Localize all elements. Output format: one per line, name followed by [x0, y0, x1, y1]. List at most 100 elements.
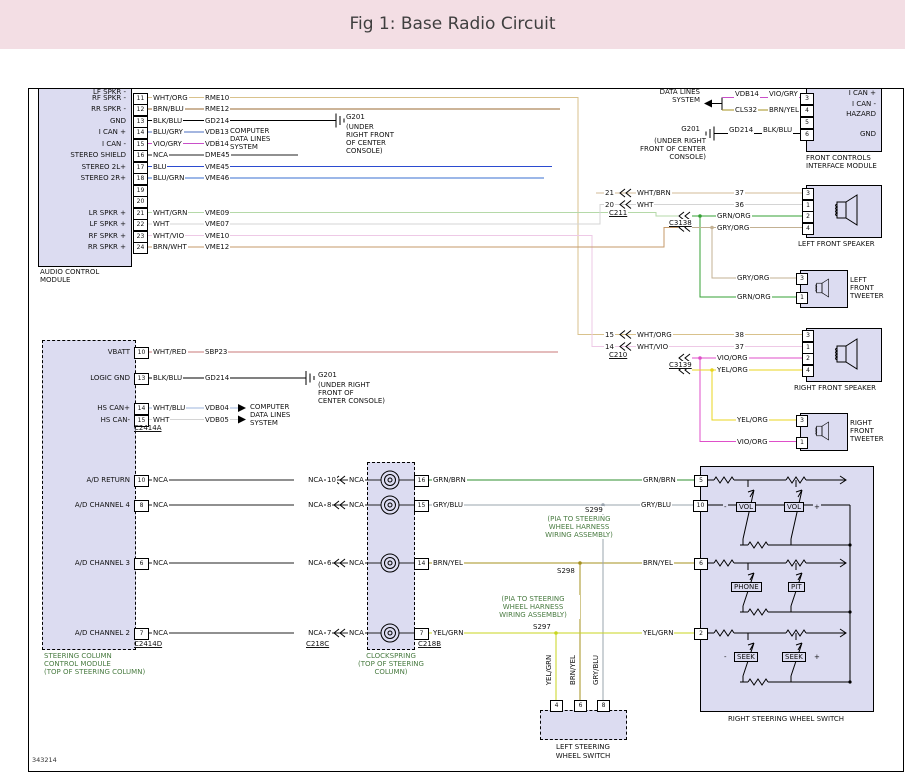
speaker-icon — [836, 339, 858, 369]
ground-id-label: G201 — [318, 371, 337, 379]
clockspring-name: COLUMN) — [346, 668, 436, 676]
wire-color-label: NCA — [348, 501, 365, 509]
cavity-label: 36 — [734, 201, 745, 209]
offpage-label: DATA LINES — [230, 135, 270, 143]
junction-grn-org — [698, 214, 702, 218]
switch-pin-number: 5 — [694, 475, 708, 487]
ground-note: (UNDER RIGHT — [318, 381, 370, 389]
resistor-icon — [714, 630, 734, 636]
ground-note: (UNDER — [346, 123, 374, 131]
switch-sign: + — [813, 653, 821, 661]
circuit-label: VME07 — [204, 220, 230, 228]
resistor-icon — [748, 679, 768, 685]
connector-label: C2414A — [134, 424, 162, 432]
wire-color-label: GRN/BRN — [432, 476, 467, 484]
ground-note: OF CENTER — [346, 139, 386, 147]
wire-color-label: WHT/VIO — [636, 343, 669, 351]
cavity-label: 7 — [326, 629, 332, 637]
audio-pin-label: I CAN - — [48, 140, 126, 148]
wire-color-label: NCA — [294, 476, 324, 484]
resistor-icon — [714, 477, 734, 483]
splice-note: (PIA TO STEERING — [532, 515, 626, 523]
ground-id-label: G201 — [346, 113, 365, 121]
wire-color-label-vertical: BRN/YEL — [569, 650, 577, 690]
switch-sign: - — [723, 503, 728, 511]
splice-label: S299 — [584, 506, 604, 514]
switch-pin-number: 6 — [574, 700, 587, 712]
audio-pin-label: RF SPKR - — [48, 94, 126, 102]
circuit-label: VDB05 — [204, 416, 230, 424]
circuit-label: VDB04 — [204, 404, 230, 412]
switch-pin-number: 4 — [550, 700, 563, 712]
splice-label: S298 — [556, 567, 576, 575]
audio-pin-number: 14 — [133, 127, 148, 139]
ground-note: FRONT OF — [318, 389, 354, 397]
scm-pin-label: A/D CHANNEL 3 — [52, 559, 130, 567]
scm-pin-label: A/D CHANNEL 4 — [52, 501, 130, 509]
switch-sign: - — [723, 653, 728, 661]
wire-color-label: BLU — [152, 163, 167, 171]
switch-pin-number: 8 — [597, 700, 610, 712]
offpage-arrow-icon — [704, 100, 712, 108]
switch-function-label: VOL — [784, 502, 804, 512]
cavity-label: 6 — [326, 559, 332, 567]
wire-color-label: WHT — [152, 416, 170, 424]
switch-function-label: SEEK — [782, 652, 806, 662]
cavity-label: 37 — [734, 343, 745, 351]
circuit-label: VME09 — [204, 209, 230, 217]
module-pin-number: 4 — [800, 105, 814, 117]
switch-pin-number: 6 — [694, 558, 708, 570]
offpage-label: SYSTEM — [230, 143, 258, 151]
junction-vio-org — [698, 356, 702, 360]
ground-note: RIGHT FRONT — [346, 131, 394, 139]
tweeter-icon — [816, 422, 829, 440]
splice-note: WHEEL HARNESS — [486, 603, 580, 611]
circuit-label: VME10 — [204, 232, 230, 240]
wire-color-label: BLU/GRN — [152, 174, 185, 182]
audio-module-name: MODULE — [40, 276, 70, 284]
connector-label: C218B — [418, 640, 441, 648]
clockspring-name: (TOP OF STEERING — [346, 660, 436, 668]
clockspring-pin-number: 16 — [414, 475, 429, 487]
connector-label: C218C — [306, 640, 329, 648]
switch-function-label: SEEK — [734, 652, 758, 662]
offpage-label: DATA LINES — [640, 88, 700, 96]
wire-color-label: GRY/BLU — [640, 501, 672, 509]
speaker-pin-number: 4 — [802, 223, 814, 235]
module-pin-label: GND — [816, 130, 876, 138]
offpage-label: SYSTEM — [640, 96, 700, 104]
offpage-label: COMPUTER — [230, 127, 269, 135]
bus-junction-2 — [848, 610, 851, 613]
wire-color-label: WHT/RED — [152, 348, 188, 356]
speaker-pin-number: 1 — [802, 342, 814, 354]
audio-pin-number: 11 — [133, 93, 148, 105]
wire-color-label: NCA — [294, 501, 324, 509]
ground-note: CONSOLE) — [616, 153, 706, 161]
audio-pin-label: RF SPKR + — [48, 232, 126, 240]
scm-pin-number: 7 — [134, 628, 149, 640]
scm-pin-label: VBATT — [52, 348, 130, 356]
connector-label: C3139 — [668, 361, 693, 369]
splice-note: (PIA TO STEERING — [486, 595, 580, 603]
scm-pin-number: 10 — [134, 475, 149, 487]
wiring-diagram-page: Fig 1: Base Radio Circuit — [0, 0, 905, 778]
diagram-number: 343214 — [32, 756, 57, 764]
circuit-label: RME12 — [204, 105, 230, 113]
clockspring-pin-number: 15 — [414, 500, 429, 512]
audio-pin-number: 20 — [133, 196, 148, 208]
speaker-name: RIGHT FRONT SPEAKER — [794, 384, 876, 392]
bus-junction-3 — [848, 680, 851, 683]
audio-pin-number: 12 — [133, 104, 148, 116]
wire-yel-grn — [427, 633, 694, 700]
circuit-label: GD214 — [204, 117, 230, 125]
audio-pin-label: STEREO 2L+ — [48, 163, 126, 171]
tweeter-pin-number: 1 — [796, 437, 808, 449]
wire-color-label: NCA — [294, 629, 324, 637]
audio-pin-number: 16 — [133, 150, 148, 162]
module-pin-number: 3 — [800, 93, 814, 105]
scm-pin-number: 13 — [134, 373, 149, 385]
wire-gry-org — [692, 228, 806, 279]
splice-label: S297 — [532, 623, 552, 631]
wire-vio-org — [692, 358, 806, 442]
speaker-pin-number: 1 — [802, 200, 814, 212]
